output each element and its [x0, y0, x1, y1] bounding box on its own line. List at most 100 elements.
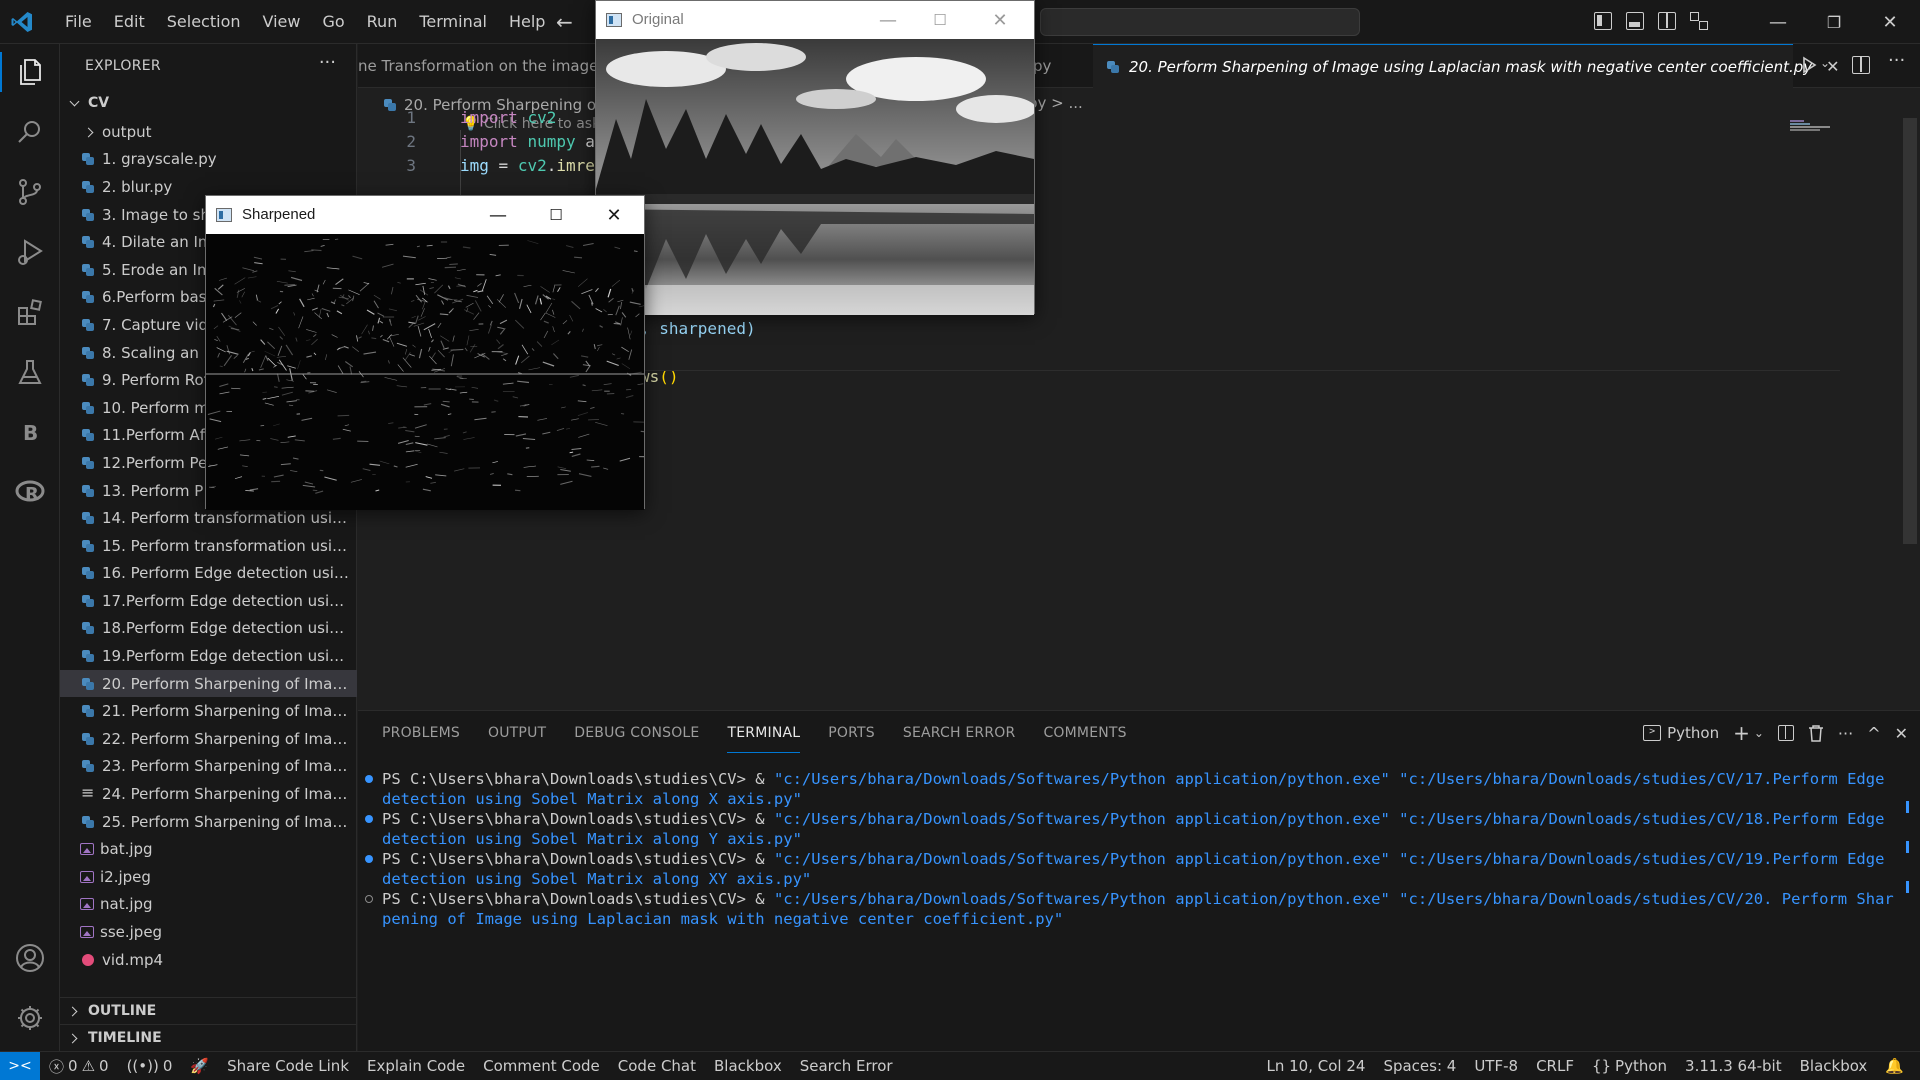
new-terminal-plus-icon[interactable]: + — [1733, 721, 1750, 745]
ports-status[interactable]: ((•)) 0 — [118, 1057, 182, 1075]
line-ending[interactable]: CRLF — [1527, 1057, 1583, 1075]
status-action-blackbox[interactable]: Blackbox — [705, 1057, 791, 1075]
back-arrow-icon[interactable]: ← — [556, 10, 573, 34]
python-interpreter[interactable]: 3.11.3 64-bit — [1676, 1057, 1791, 1075]
menu-edit[interactable]: Edit — [103, 7, 156, 37]
testing-flask-icon[interactable] — [14, 356, 46, 388]
toggle-panel-icon[interactable] — [1626, 12, 1644, 30]
minimize-button[interactable]: — — [862, 5, 914, 35]
menu-terminal[interactable]: Terminal — [408, 7, 498, 37]
file-item[interactable]: 25. Perform Sharpening of Image ... — [60, 808, 357, 836]
file-item[interactable]: 1. grayscale.py — [60, 146, 357, 174]
run-dropdown-chevron-icon[interactable]: ⌄ — [1820, 56, 1830, 70]
window-title-bar[interactable]: Original — ☐ ✕ — [596, 1, 1034, 39]
toggle-secondary-sidebar-icon[interactable] — [1658, 12, 1676, 30]
terminal-command-entry[interactable]: PS C:\Users\bhara\Downloads\studies\CV> … — [358, 889, 1898, 929]
close-window-button[interactable]: ✕ — [1862, 0, 1918, 44]
file-item[interactable]: 22. Perform Sharpening of Image ... — [60, 725, 357, 753]
file-item[interactable]: 15. Perform transformation using ... — [60, 532, 357, 560]
status-action-share-code-link[interactable]: Share Code Link — [218, 1057, 358, 1075]
close-button[interactable]: ✕ — [974, 5, 1026, 35]
tab-terminal[interactable]: TERMINAL — [727, 725, 801, 753]
remote-window-icon[interactable]: >< — [0, 1052, 40, 1080]
timeline-section-header[interactable]: TIMELINE — [60, 1024, 357, 1050]
tab-comments[interactable]: COMMENTS — [1043, 725, 1126, 753]
notifications-bell-icon[interactable]: 🔔 — [1876, 1057, 1920, 1075]
outline-section-header[interactable]: OUTLINE — [60, 997, 357, 1023]
command-success-icon[interactable] — [365, 815, 373, 823]
encoding[interactable]: UTF-8 — [1465, 1057, 1527, 1075]
restore-button[interactable]: ❐ — [1806, 0, 1862, 44]
file-item[interactable]: 23. Perform Sharpening of Image ... — [60, 753, 357, 781]
r-language-icon[interactable]: R — [14, 476, 46, 508]
file-item[interactable]: 18.Perform Edge detection using ... — [60, 615, 357, 643]
file-item[interactable]: nat.jpg — [60, 891, 357, 919]
search-icon[interactable] — [14, 116, 46, 148]
file-item[interactable]: 24. Perform Sharpening of Image ... — [60, 780, 357, 808]
file-item[interactable]: 17.Perform Edge detection using ... — [60, 587, 357, 615]
file-item[interactable]: sse.jpeg — [60, 918, 357, 946]
explorer-icon[interactable] — [14, 56, 46, 88]
terminal-command-entry[interactable]: PS C:\Users\bhara\Downloads\studies\CV> … — [358, 809, 1898, 849]
workspace-folder-header[interactable]: CV — [60, 90, 357, 116]
file-item[interactable]: 20. Perform Sharpening of Image ... — [60, 669, 357, 698]
blackbox-rocket-icon[interactable]: 🚀 — [181, 1057, 218, 1075]
editor-scrollbar[interactable] — [1903, 118, 1917, 544]
file-item[interactable]: vid.mp4 — [60, 946, 357, 974]
minimap[interactable] — [1790, 118, 1840, 134]
maximize-panel-chevron-up-icon[interactable]: ^ — [1867, 724, 1880, 743]
file-item[interactable]: bat.jpg — [60, 835, 357, 863]
window-title-bar[interactable]: Sharpened — ☐ ✕ — [206, 196, 644, 234]
file-item[interactable]: 16. Perform Edge detection using... — [60, 560, 357, 588]
tab-partial-mid[interactable]: py — [1033, 44, 1051, 88]
run-debug-icon[interactable] — [14, 236, 46, 268]
split-terminal-icon[interactable] — [1777, 725, 1794, 741]
terminal-command-entry[interactable]: PS C:\Users\bhara\Downloads\studies\CV> … — [358, 769, 1898, 809]
maximize-button[interactable]: ☐ — [914, 5, 966, 35]
menu-view[interactable]: View — [252, 7, 312, 37]
command-success-icon[interactable] — [365, 775, 373, 783]
explorer-more-actions[interactable]: ··· — [319, 52, 336, 73]
status-action-code-chat[interactable]: Code Chat — [609, 1057, 705, 1075]
editor-more-actions[interactable]: ··· — [1888, 50, 1905, 71]
close-button[interactable]: ✕ — [588, 200, 640, 230]
blackbox-status[interactable]: Blackbox — [1791, 1057, 1877, 1075]
close-panel-icon[interactable]: ✕ — [1895, 724, 1908, 743]
tab-output[interactable]: OUTPUT — [488, 725, 546, 753]
tab-partial-left[interactable]: ne Transformation on the image.p — [358, 44, 613, 88]
problems-status[interactable]: ⓧ 0 ⚠ 0 — [40, 1056, 118, 1077]
tab-ports[interactable]: PORTS — [828, 725, 875, 753]
terminal-dropdown-chevron-icon[interactable]: ⌄ — [1754, 726, 1764, 740]
terminal-profile[interactable]: > Python — [1643, 724, 1719, 742]
terminal-command-entry[interactable]: PS C:\Users\bhara\Downloads\studies\CV> … — [358, 849, 1898, 889]
trash-icon[interactable] — [1808, 724, 1824, 742]
command-running-icon[interactable] — [365, 895, 373, 903]
file-item[interactable]: i2.jpeg — [60, 863, 357, 891]
opencv-window-sharpened[interactable]: Sharpened — ☐ ✕ — [205, 195, 645, 510]
command-success-icon[interactable] — [365, 855, 373, 863]
tab-problems[interactable]: PROBLEMS — [382, 725, 460, 753]
file-item[interactable]: 19.Perform Edge detection using ... — [60, 642, 357, 670]
status-action-explain-code[interactable]: Explain Code — [358, 1057, 474, 1075]
status-action-comment-code[interactable]: Comment Code — [474, 1057, 609, 1075]
status-action-search-error[interactable]: Search Error — [791, 1057, 902, 1075]
split-editor-icon[interactable] — [1852, 56, 1870, 74]
blackbox-b-icon[interactable]: B — [14, 416, 46, 448]
customize-layout-icon[interactable] — [1690, 12, 1708, 30]
vscode-logo-icon[interactable] — [10, 10, 34, 34]
menu-file[interactable]: File — [54, 7, 103, 37]
minimize-button[interactable]: — — [472, 200, 524, 230]
cursor-position[interactable]: Ln 10, Col 24 — [1258, 1057, 1375, 1075]
opencv-window-original[interactable]: Original — ☐ ✕ — [595, 0, 1035, 315]
tab-search-error[interactable]: SEARCH ERROR — [903, 725, 1016, 753]
settings-gear-icon[interactable] — [14, 1002, 46, 1034]
source-control-icon[interactable] — [14, 176, 46, 208]
folder-item[interactable]: output — [60, 118, 357, 146]
panel-more-actions[interactable]: ··· — [1838, 724, 1853, 743]
account-icon[interactable] — [14, 942, 46, 974]
tab-debug-console[interactable]: DEBUG CONSOLE — [574, 725, 699, 753]
toggle-primary-sidebar-icon[interactable] — [1594, 12, 1612, 30]
menu-go[interactable]: Go — [311, 7, 355, 37]
extensions-icon[interactable] — [14, 296, 46, 328]
tab-active-file[interactable]: 20. Perform Sharpening of Image using La… — [1093, 44, 1840, 88]
